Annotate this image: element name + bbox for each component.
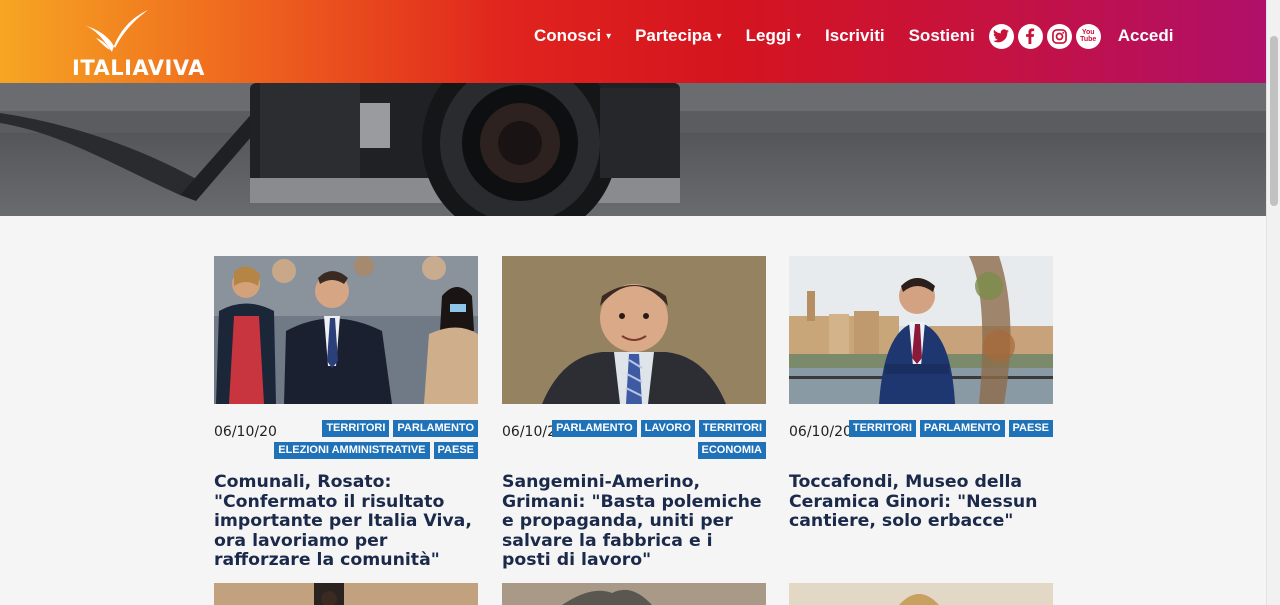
nav-sostieni-label: Sostieni [908,26,975,45]
scrollbar-thumb[interactable] [1270,36,1278,206]
article-tags: PARLAMENTO LAVORO TERRITORI ECONOMIA [546,420,766,464]
nav-partecipa[interactable]: Partecipa ▾ [635,26,722,46]
logo-wordmark: ITALIAVIVA [72,56,205,80]
tag-paese[interactable]: PAESE [433,442,478,459]
article-image[interactable] [502,583,766,605]
article-title[interactable]: Toccafondi, Museo della Ceramica Ginori:… [789,472,1053,532]
chevron-down-icon: ▾ [606,30,612,42]
article-title[interactable]: Comunali, Rosato: "Confermato il risulta… [214,472,478,571]
article-title[interactable]: Sangemini-Amerino, Grimani: "Basta polem… [502,472,766,571]
twitter-icon[interactable] [988,23,1014,49]
tag-parlamento[interactable]: PARLAMENTO [393,420,478,437]
article-card: 06/10/20 PARLAMENTO LAVORO TERRITORI ECO… [502,256,766,570]
login-link[interactable]: Accedi [1118,26,1174,46]
site-header: ITALIAVIVA Conosci ▾ Partecipa ▾ Leggi ▾… [0,0,1266,83]
nav-leggi-label: Leggi [745,26,792,45]
logo-v-icon [86,10,148,52]
article-card: 06/10/20 TERRITORI PARLAMENTO ELEZIONI A… [214,256,478,570]
article-image[interactable] [789,583,1053,605]
youtube-label-bottom: Tube [1080,36,1097,43]
facebook-icon[interactable] [1017,23,1043,49]
tag-lavoro[interactable]: LAVORO [640,420,695,437]
tag-territori[interactable]: TERRITORI [698,420,766,437]
main-nav: Conosci ▾ Partecipa ▾ Leggi ▾ Iscriviti … [534,23,1174,49]
article-image[interactable] [789,256,1053,404]
camera-image [0,83,1266,216]
chevron-down-icon: ▾ [716,30,722,42]
tag-parlamento[interactable]: PARLAMENTO [919,420,1005,437]
article-image[interactable] [214,583,478,605]
youtube-icon[interactable]: You Tube [1075,23,1101,49]
nav-conosci-label: Conosci [534,26,602,45]
hero-banner [0,83,1266,216]
article-image[interactable] [214,256,478,404]
article-tags: TERRITORI PARLAMENTO ELEZIONI AMMINISTRA… [258,420,478,464]
article-tags: TERRITORI PARLAMENTO PAESE [833,420,1053,442]
tag-parlamento[interactable]: PARLAMENTO [552,420,637,437]
nav-leggi[interactable]: Leggi ▾ [746,26,801,46]
article-image[interactable] [502,256,766,404]
tag-economia[interactable]: ECONOMIA [697,442,766,459]
logo[interactable]: ITALIAVIVA [72,8,204,80]
article-card: 06/10/20 TERRITORI PARLAMENTO PAESE Tocc… [789,256,1053,556]
youtube-label-top: You [1081,29,1095,36]
nav-sostieni[interactable]: Sostieni [909,26,975,46]
nav-partecipa-label: Partecipa [635,26,712,45]
tag-elezioni-amministrative[interactable]: ELEZIONI AMMINISTRATIVE [274,442,430,459]
tag-paese[interactable]: PAESE [1008,420,1053,437]
nav-iscriviti[interactable]: Iscriviti [825,26,885,46]
social-links: You Tube [988,23,1105,49]
page-scrollbar[interactable] [1266,0,1280,605]
tag-territori[interactable]: TERRITORI [848,420,916,437]
chevron-down-icon: ▾ [796,30,802,42]
instagram-icon[interactable] [1046,23,1072,49]
tag-territori[interactable]: TERRITORI [322,420,390,437]
nav-iscriviti-label: Iscriviti [825,26,885,45]
nav-conosci[interactable]: Conosci ▾ [534,26,611,46]
